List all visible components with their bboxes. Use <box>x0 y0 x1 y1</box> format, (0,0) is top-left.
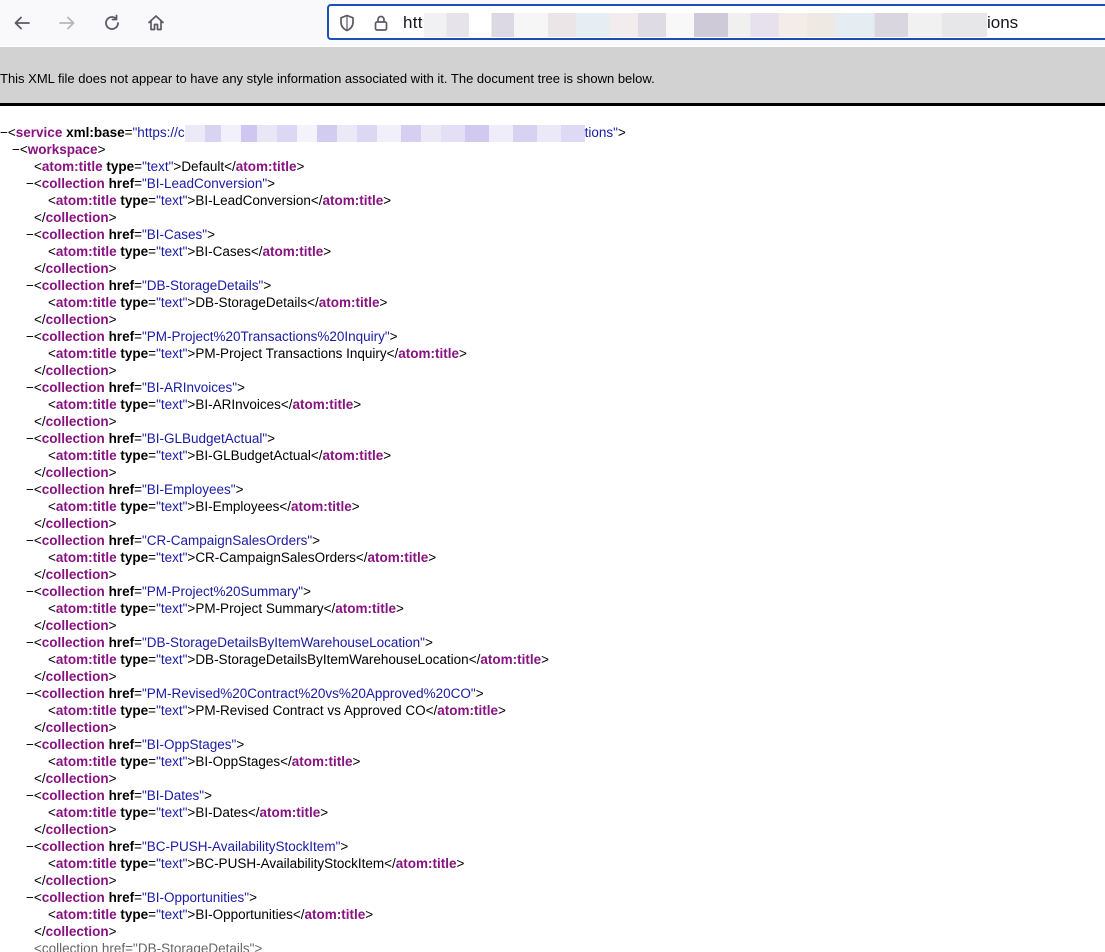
xml-tree: −<service xml:base="https://c tions"> −<w… <box>0 124 1105 952</box>
xml-collection-close: </collection> <box>34 924 117 939</box>
url-text-end: ions <box>987 13 1019 32</box>
xml-collection-title: <atom:title type="text">BI-Cases</atom:t… <box>48 244 332 259</box>
xml-collection-title: <atom:title type="text">DB-StorageDetail… <box>48 652 549 667</box>
xml-collection-title: <atom:title type="text">BI-Employees</at… <box>48 499 360 514</box>
reload-icon <box>105 14 119 30</box>
xml-collection-title: <atom:title type="text">BI-Dates</atom:t… <box>48 805 329 820</box>
xml-collection-open: −<collection href="BI-Employees"> <box>26 481 244 498</box>
fold-toggle[interactable]: − <box>26 277 34 294</box>
xml-collection-title: <atom:title type="text">PM-Project Trans… <box>48 346 467 361</box>
xml-collection-close: </collection> <box>34 363 117 378</box>
xml-collection-open: −<collection href="BI-GLBudgetActual"> <box>26 430 276 447</box>
xml-collection-open: −<collection href="BI-LeadConversion"> <box>26 175 276 192</box>
fold-toggle[interactable]: − <box>26 685 34 702</box>
xml-collection-open: −<collection href="DB-StorageDetails"> <box>26 277 272 294</box>
lock-icon[interactable] <box>371 13 391 33</box>
xml-collection-title: <atom:title type="text">BI-OppStages</at… <box>48 754 361 769</box>
xml-collection-close: </collection> <box>34 210 117 225</box>
xml-collection-close: </collection> <box>34 771 117 786</box>
xml-collection-close: </collection> <box>34 873 117 888</box>
xml-collection-close: </collection> <box>34 618 117 633</box>
xml-collection-title: <atom:title type="text">PM-Revised Contr… <box>48 703 506 718</box>
reload-button[interactable] <box>96 7 128 39</box>
xml-collection-title: <atom:title type="text">CR-CampaignSales… <box>48 550 437 565</box>
url-redaction-inline <box>184 124 585 142</box>
xml-collection-close: </collection> <box>34 516 117 531</box>
home-icon <box>148 15 164 31</box>
home-button[interactable] <box>140 7 172 39</box>
xml-collection-close: </collection> <box>34 669 117 684</box>
xml-collection-close: </collection> <box>34 465 117 480</box>
back-button[interactable] <box>6 7 38 39</box>
xml-collection-open: −<collection href="BI-OppStages"> <box>26 736 245 753</box>
xml-collection-close: </collection> <box>34 567 117 582</box>
xml-collection-open: −<collection href="BI-Opportunities"> <box>26 889 257 906</box>
xml-collection-close: </collection> <box>34 312 117 327</box>
xml-collection-close: </collection> <box>34 720 117 735</box>
fold-toggle[interactable]: − <box>26 787 34 804</box>
forward-button[interactable] <box>51 7 83 39</box>
xml-partial-line: <collection href="DB-StorageDetails"> <box>34 941 263 952</box>
address-bar[interactable]: htt ions <box>327 4 1105 40</box>
shield-icon[interactable] <box>337 13 357 33</box>
fold-toggle[interactable]: − <box>26 889 34 906</box>
xml-collection-open: −<collection href="PM-Project%20Transact… <box>26 328 398 345</box>
xml-collection-title: <atom:title type="text">BC-PUSH-Availabi… <box>48 856 465 871</box>
xml-collection-title: <atom:title type="text">BI-Opportunities… <box>48 907 374 922</box>
fold-toggle[interactable]: − <box>26 328 34 345</box>
xml-workspace-title: <atom:title type="text">Default</atom:ti… <box>34 159 305 174</box>
xml-collection-open: −<collection href="BI-Cases"> <box>26 226 215 243</box>
xml-service-open: −<service xml:base="https://c tions"> <box>0 124 626 142</box>
back-arrow-icon <box>14 16 30 30</box>
fold-toggle[interactable]: − <box>0 124 8 141</box>
xml-collection-title: <atom:title type="text">BI-GLBudgetActua… <box>48 448 392 463</box>
xml-collection-open: −<collection href="PM-Project%20Summary"… <box>26 583 311 600</box>
xml-collection-title: <atom:title type="text">BI-LeadConversio… <box>48 193 392 208</box>
fold-toggle[interactable]: − <box>26 175 34 192</box>
fold-toggle[interactable]: − <box>26 838 34 855</box>
xml-collection-title: <atom:title type="text">DB-StorageDetail… <box>48 295 388 310</box>
xml-collection-open: −<collection href="PM-Revised%20Contract… <box>26 685 484 702</box>
xml-collection-title: <atom:title type="text">BI-ARInvoices</a… <box>48 397 362 412</box>
xml-collection-open: −<collection href="DB-StorageDetailsByIt… <box>26 634 433 651</box>
xml-collection-open: −<collection href="CR-CampaignSalesOrder… <box>26 532 321 549</box>
fold-toggle[interactable]: − <box>26 379 34 396</box>
browser-toolbar: htt ions <box>0 0 1105 46</box>
xml-collection-close: </collection> <box>34 822 117 837</box>
fold-toggle[interactable]: − <box>26 430 34 447</box>
xml-info-text: This XML file does not appear to have an… <box>0 71 655 86</box>
fold-toggle[interactable]: − <box>26 634 34 651</box>
xml-info-banner: This XML file does not appear to have an… <box>0 47 1105 106</box>
xml-workspace-open: −<workspace> <box>12 141 106 158</box>
xml-collection-title: <atom:title type="text">PM-Project Summa… <box>48 601 404 616</box>
xml-collection-open: −<collection href="BI-ARInvoices"> <box>26 379 245 396</box>
url-redaction <box>424 13 987 37</box>
xml-collection-open: −<collection href="BI-Dates"> <box>26 787 212 804</box>
fold-toggle[interactable]: − <box>12 141 20 158</box>
forward-arrow-icon <box>59 16 75 30</box>
xml-collection-open: −<collection href="BC-PUSH-AvailabilityS… <box>26 838 349 855</box>
fold-toggle[interactable]: − <box>26 226 34 243</box>
xml-collections: −<collection href="BI-LeadConversion"> <a… <box>0 175 1105 940</box>
xml-collection-close: </collection> <box>34 414 117 429</box>
xml-collection-close: </collection> <box>34 261 117 276</box>
fold-toggle[interactable]: − <box>26 736 34 753</box>
fold-toggle[interactable]: − <box>26 481 34 498</box>
fold-toggle[interactable]: − <box>26 583 34 600</box>
url-text-start: htt <box>403 13 423 32</box>
fold-toggle[interactable]: − <box>26 532 34 549</box>
